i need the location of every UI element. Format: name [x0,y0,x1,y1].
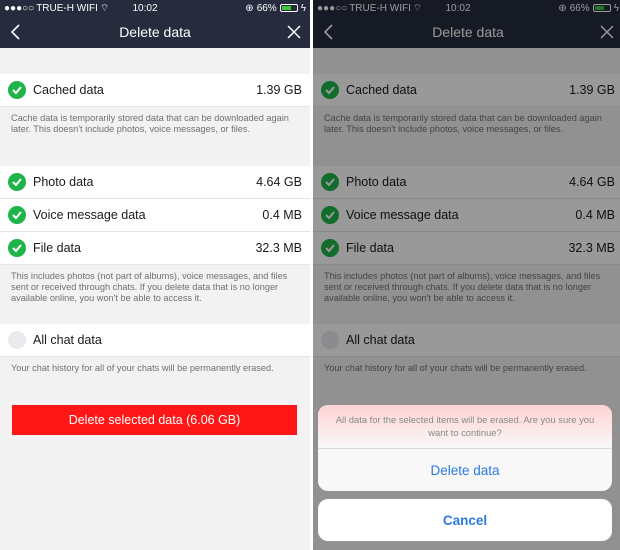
row-value: 32.3 MB [255,241,302,255]
cache-note: Cache data is temporarily stored data th… [0,107,310,166]
checked-icon[interactable] [8,81,26,99]
row-label: File data [33,241,81,255]
media-note: This includes photos (not part of albums… [0,265,310,324]
screen-delete-confirm: ●●●○○ TRUE-H WIFI ⌔ 10:02 ⊕ 66% ϟ Delete… [313,0,620,550]
delete-data-button[interactable]: Delete data [318,449,612,491]
status-right: ⊕ 66% ϟ [196,3,306,14]
file-data-row[interactable]: File data 32.3 MB [0,232,310,265]
close-icon[interactable] [284,22,304,42]
row-label: Cached data [33,83,104,97]
row-label: All chat data [33,333,102,347]
row-value: 1.39 GB [256,83,302,97]
spacer [0,48,310,74]
orientation-lock-icon: ⊕ [245,2,254,14]
content: Cached data 1.39 GB Cache data is tempor… [0,48,310,550]
row-label: Voice message data [33,208,146,222]
status-bar: ●●●○○ TRUE-H WIFI ⌔ 10:02 ⊕ 66% ϟ [0,0,310,16]
nav-bar: Delete data [0,16,310,48]
chat-data-row[interactable]: All chat data [0,324,310,357]
checked-icon[interactable] [8,206,26,224]
checked-icon[interactable] [8,173,26,191]
charging-icon: ϟ [300,2,306,14]
photo-data-row[interactable]: Photo data 4.64 GB [0,166,310,199]
cancel-button[interactable]: Cancel [318,499,612,541]
action-sheet-message: All data for the selected items will be … [318,405,612,449]
back-chevron-icon[interactable] [6,22,26,42]
battery-icon [279,4,298,12]
unchecked-icon[interactable] [8,331,26,349]
battery-percent: 66% [256,2,277,14]
button-wrap: Delete selected data (6.06 GB) [0,405,310,435]
signal-icon: ●●●○○ [4,2,35,14]
row-label: Photo data [33,175,94,189]
chat-note: Your chat history for all of your chats … [0,357,310,405]
screen-delete-data: ●●●○○ TRUE-H WIFI ⌔ 10:02 ⊕ 66% ϟ Delete… [0,0,310,550]
voice-data-row[interactable]: Voice message data 0.4 MB [0,199,310,232]
row-value: 0.4 MB [262,208,302,222]
checked-icon[interactable] [8,239,26,257]
action-sheet: All data for the selected items will be … [318,405,612,491]
row-value: 4.64 GB [256,175,302,189]
carrier-name: TRUE-H WIFI [36,2,98,14]
delete-selected-button[interactable]: Delete selected data (6.06 GB) [12,405,297,435]
cached-data-row[interactable]: Cached data 1.39 GB [0,74,310,107]
status-time: 10:02 [132,2,158,14]
page-title: Delete data [119,24,191,40]
